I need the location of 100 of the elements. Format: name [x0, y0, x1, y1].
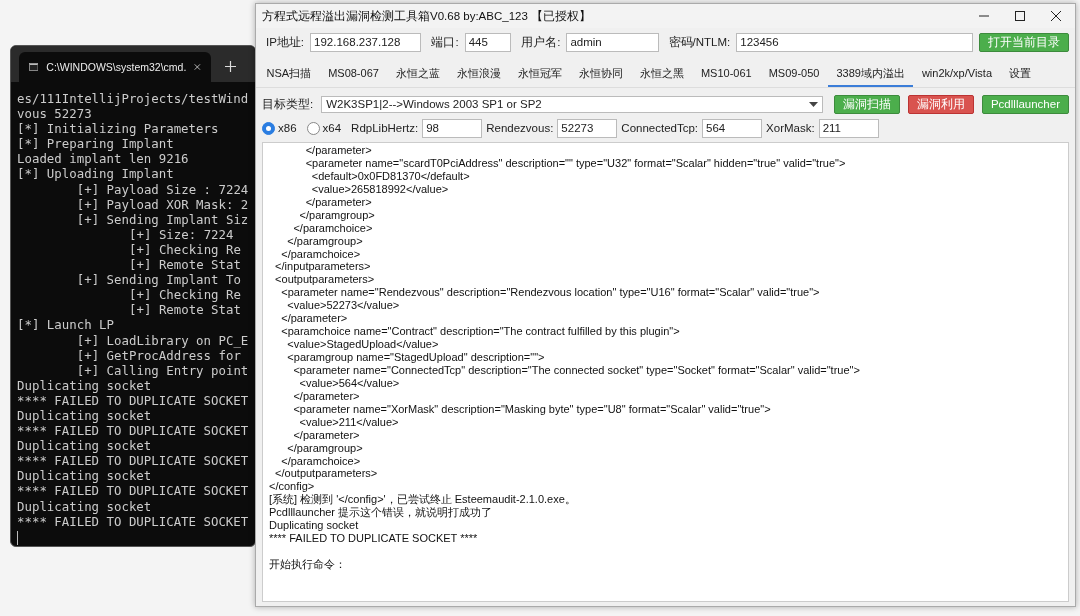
console-line: [*] Uploading Implant — [17, 166, 174, 182]
text-field[interactable]: 123456 — [736, 32, 973, 52]
caret-icon — [808, 101, 818, 107]
output-line: </paramgroup> — [298, 208, 376, 222]
console-line: Duplicating socket — [17, 498, 152, 514]
tab[interactable]: 永恒之黑 — [631, 66, 693, 87]
field-label: 端口: — [431, 34, 459, 50]
tab[interactable]: 3389域内溢出 — [827, 66, 914, 87]
field-label: RdpLibHertz: — [351, 122, 419, 134]
console-line: **** FAILED TO DUPLICATE SOCKET — [17, 423, 249, 439]
output-line: <paramchoice name="Contract" description="The contract fulfilled by this plugin"> — [280, 325, 681, 339]
console-line: es/111IntellijProjects/testWind — [17, 91, 249, 107]
console-line: Duplicating socket — [17, 468, 152, 484]
text-field[interactable]: 192.168.237.128 — [310, 32, 422, 52]
output-line: </config> — [269, 480, 316, 494]
output-line: </paramchoice> — [280, 454, 362, 468]
new-tab-icon[interactable] — [225, 61, 236, 72]
console-line: [*] Initializing Parameters — [17, 121, 219, 137]
output-line: [系统] 检测到 '</config>'，已尝试终止 Esteemaudit-2.1.0.exe。 — [269, 493, 577, 507]
field-label: Rendezvous: — [486, 122, 554, 134]
window-title: 方程式远程溢出漏洞检测工具箱V0.68 by:ABC_123 【已授权】 — [262, 8, 591, 24]
console-line: [+] Payload XOR Mask: 2 — [76, 196, 249, 212]
console-line: Duplicating socket — [17, 438, 152, 454]
output-line: 开始执行命令： — [269, 558, 347, 571]
output-line: </parameter> — [280, 312, 349, 326]
output-line: <outputparameters> — [274, 273, 376, 287]
field-label: IP地址: — [266, 34, 305, 50]
console-line: **** FAILED TO DUPLICATE SOCKET — [17, 392, 249, 408]
console-line: [*] Preparing Implant — [17, 136, 174, 152]
field-label: ConnectedTcp: — [621, 122, 699, 134]
close-icon[interactable] — [1051, 11, 1061, 21]
console-line: [+] LoadLibrary on PC_E — [76, 332, 249, 348]
tab[interactable]: 永恒协同 — [570, 66, 632, 87]
text-field[interactable]: 445 — [464, 32, 512, 52]
tab[interactable]: MS09-050 — [760, 66, 828, 87]
console-line: [*] Launch LP — [17, 317, 114, 333]
tab[interactable]: win2k/xp/Vista — [913, 66, 1001, 87]
console-line: [+] Checking Re — [129, 241, 241, 258]
console-line: [+] Payload Size : 7224 — [76, 181, 249, 197]
output-line: **** FAILED TO DUPLICATE SOCKET **** — [269, 532, 479, 546]
console-line: [+] Checking Re — [129, 287, 241, 303]
console-line: [+] Sending Implant Siz — [76, 211, 249, 227]
terminal-icon — [29, 61, 39, 73]
text-field[interactable]: 211 — [818, 118, 879, 138]
output-line: </parameter> — [304, 144, 373, 157]
output-line: <parameter name="XorMask" description="Masking byte" type="U8" format="Scalar" valid="true"> — [292, 402, 772, 416]
console-line: Duplicating socket — [17, 407, 152, 424]
tab[interactable]: 永恒冠军 — [509, 66, 571, 87]
target-dropdown[interactable]: W2K3SP1|2-->Windows 2003 SP1 or SP2 — [321, 95, 823, 113]
console-line: Duplicating socket — [17, 377, 152, 393]
output-line: </paramchoice> — [292, 221, 374, 235]
console-line: [+] Remote Stat — [129, 257, 241, 273]
tab[interactable]: 设置 — [1000, 66, 1040, 87]
tab[interactable]: 永恒之蓝 — [387, 66, 449, 87]
text-field[interactable]: 98 — [422, 118, 483, 138]
tab[interactable]: MS10-061 — [692, 66, 761, 87]
field-label: 用户名: — [521, 34, 561, 50]
output-line: Duplicating socket — [269, 519, 360, 533]
output-line: <value>StagedUpload</value> — [286, 338, 440, 351]
field-label: XorMask: — [766, 122, 815, 134]
action-button[interactable]: 漏洞利用 — [907, 94, 974, 114]
maximize-icon[interactable] — [1015, 11, 1025, 21]
output-line: <default>0x0FD81370</default> — [310, 169, 471, 183]
output-line: </paramgroup> — [286, 441, 364, 455]
field-label: 目标类型: — [262, 96, 314, 112]
output-line: </paramchoice> — [280, 247, 362, 261]
tab[interactable]: MS08-067 — [319, 66, 388, 87]
output-line: <parameter name="scardT0PciAddress" description="" type="U32" format="Scalar" hidden="true" valid="true"> — [304, 156, 847, 170]
terminal-tab[interactable]: C:\WINDOWS\system32\cmd. — [19, 52, 211, 82]
text-cursor — [17, 530, 18, 545]
output-line: <paramgroup name="StagedUpload" description=""> — [286, 351, 546, 364]
console-line: vous 52273 — [17, 106, 92, 122]
output-line: <value>211</value> — [298, 415, 400, 429]
console-line: [+] Sending Implant To — [76, 272, 241, 288]
tab[interactable]: 永恒浪漫 — [448, 66, 510, 87]
output-line: Pcdlllauncher 提示这个错误，就说明打成功了 — [269, 506, 494, 520]
output-area[interactable] — [262, 142, 1069, 602]
text-field[interactable]: 52273 — [557, 118, 618, 138]
console-line: [+] Calling Entry point — [76, 362, 249, 378]
output-line: </inputparameters> — [274, 260, 372, 274]
output-line: </paramgroup> — [286, 234, 364, 248]
text-field[interactable]: admin — [566, 32, 659, 52]
output-line: </outputparameters> — [274, 467, 379, 481]
output-line: <parameter name="ConnectedTcp" description="The connected socket" type="Socket" format="Scalar" valid="true"> — [292, 363, 861, 377]
output-line: <value>564</value> — [298, 376, 401, 390]
output-line: </parameter> — [292, 389, 361, 403]
console-line: **** FAILED TO DUPLICATE SOCKET — [17, 483, 249, 499]
output-line: </parameter> — [292, 428, 361, 442]
console-line: **** FAILED TO DUPLICATE SOCKET — [17, 513, 249, 529]
console-line: [+] Size: 7224 — [129, 226, 234, 242]
console-line: [+] GetProcAddress for — [76, 347, 241, 363]
radio-button[interactable]: x86 — [262, 121, 297, 135]
text-field[interactable]: 564 — [702, 118, 763, 138]
radio-button[interactable]: x64 — [306, 121, 342, 135]
tab[interactable]: NSA扫描 — [258, 66, 320, 87]
output-line: <value>52273</value> — [286, 299, 401, 313]
output-line: <parameter name="Rendezvous" description="Rendezvous location" type="U16" format="Scalar" valid="true"> — [280, 286, 821, 300]
console-line: **** FAILED TO DUPLICATE SOCKET — [17, 453, 249, 469]
output-line: <value>265818992</value> — [310, 182, 450, 196]
field-label: 密码/NTLM: — [668, 34, 731, 50]
